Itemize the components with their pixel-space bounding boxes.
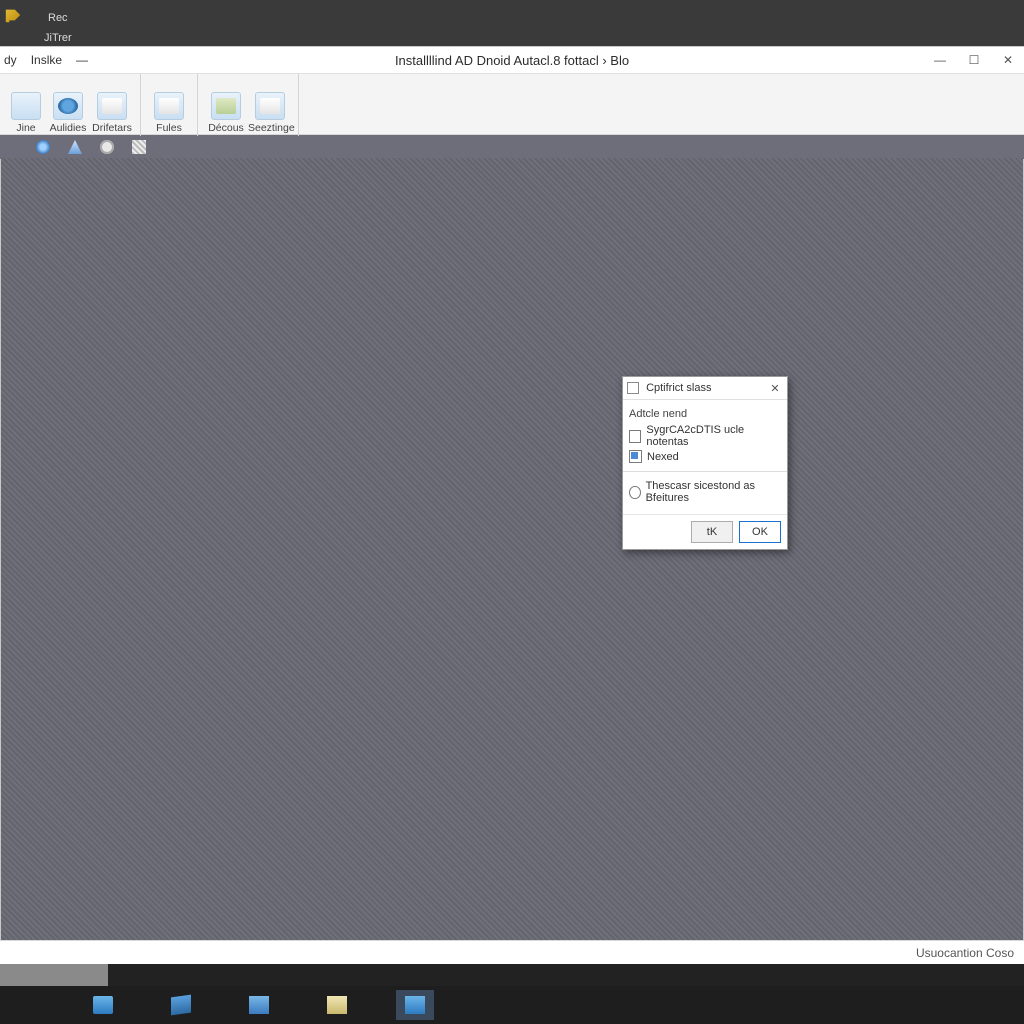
dialog-separator: [623, 471, 787, 472]
window-controls: — ☐ ✕: [928, 47, 1020, 73]
ribbon-group-3: Décous Seeztinge: [198, 74, 299, 136]
dialog-cancel-button[interactable]: tK: [691, 521, 733, 543]
taskbar-item-3[interactable]: [240, 990, 278, 1020]
os-top-label-2: JiTrer: [44, 32, 72, 44]
taskbar-item-active-app[interactable]: [396, 990, 434, 1020]
active-app-icon: [405, 996, 425, 1014]
status-bar: Usuocantion Coso: [0, 940, 1024, 965]
dialog-option-3-label: Thescasr sicestond as Bfeitures: [646, 480, 781, 504]
ribbon-label: Décous: [204, 122, 248, 134]
page-icon: [97, 92, 127, 120]
window-titlebar: dy Inslke — Installllind AD Dnoid Autacl…: [0, 47, 1024, 74]
dialog-option-2-label: Nexed: [647, 451, 679, 463]
ribbon-item-fules[interactable]: Fules: [147, 88, 191, 134]
ribbon-item-jine[interactable]: Jine: [6, 88, 46, 134]
window-minimize-button[interactable]: —: [928, 50, 952, 70]
options-dialog: Cptifrict slass ✕ Adtcle nend SygrCA2cDT…: [622, 376, 788, 550]
application-window: dy Inslke — Installllind AD Dnoid Autacl…: [0, 46, 1024, 965]
dialog-close-button[interactable]: ✕: [767, 382, 783, 395]
qa-icon-3[interactable]: [100, 140, 114, 154]
dialog-body: Adtcle nend SygrCA2cDTIS ucle notentas N…: [623, 400, 787, 514]
dialog-title-icon: [627, 382, 639, 394]
titlebar-menu: dy Inslke —: [0, 53, 88, 67]
ribbon-item-seeztinge[interactable]: Seeztinge: [248, 88, 292, 134]
checkbox-checked-icon[interactable]: [629, 450, 642, 463]
ribbon-label: Fules: [147, 122, 191, 134]
ribbon-toolbar: Jine Aulidies Drifetars Fules Décous: [0, 74, 1024, 135]
dialog-ok-button[interactable]: OK: [739, 521, 781, 543]
app-launcher-icon[interactable]: [4, 6, 22, 24]
globe-icon: [53, 92, 83, 120]
dialog-option-2[interactable]: Nexed: [629, 450, 781, 463]
sheet-icon: [211, 92, 241, 120]
dialog-section-label: Adtcle nend: [629, 408, 781, 420]
settings-icon: [255, 92, 285, 120]
menu-item-1[interactable]: dy: [4, 53, 17, 67]
ribbon-group-1: Jine Aulidies Drifetars: [0, 74, 141, 136]
qa-icon-2[interactable]: [68, 140, 82, 154]
dashboard-icon: [249, 996, 269, 1014]
status-right-label: Usuocantion Coso: [916, 946, 1014, 960]
document-icon: [11, 92, 41, 120]
taskbar-item-4[interactable]: [318, 990, 356, 1020]
ribbon-label: Jine: [6, 122, 46, 134]
workspace-area[interactable]: [1, 158, 1023, 941]
qa-icon-4[interactable]: [132, 140, 146, 154]
dialog-title-text: Cptifrict slass: [627, 382, 711, 394]
ribbon-item-decous[interactable]: Décous: [204, 88, 248, 134]
taskbar-item-explorer[interactable]: [84, 990, 122, 1020]
window-close-button[interactable]: ✕: [996, 50, 1020, 70]
window-title: Installllind AD Dnoid Autacl.8 fottacl ›…: [0, 53, 1024, 68]
dialog-option-1-label: SygrCA2cDTIS ucle notentas: [646, 424, 781, 448]
window-maximize-button[interactable]: ☐: [962, 50, 986, 70]
taskbar: [0, 986, 1024, 1024]
ribbon-item-aulidies[interactable]: Aulidies: [46, 88, 90, 134]
quick-access-row: [0, 135, 1024, 159]
taskbar-item-2[interactable]: [162, 990, 200, 1020]
os-top-label-1: Rec: [48, 12, 68, 24]
ribbon-item-drifetars[interactable]: Drifetars: [90, 88, 134, 134]
menu-item-2[interactable]: Inslke: [31, 53, 62, 67]
checkbox-icon[interactable]: [629, 430, 641, 443]
dialog-title-label: Cptifrict slass: [646, 382, 711, 394]
control-panel-icon: [327, 996, 347, 1014]
taskbar-preview-tile: [0, 964, 108, 986]
menu-min-glyph[interactable]: —: [76, 53, 88, 67]
qa-icon-1[interactable]: [36, 140, 50, 154]
ribbon-label: Aulidies: [46, 122, 90, 134]
ribbon-group-2: Fules: [141, 74, 198, 136]
table-icon: [154, 92, 184, 120]
ribbon-label: Seeztinge: [248, 122, 292, 134]
ribbon-label: Drifetars: [90, 122, 134, 134]
os-top-strip: Rec JiTrer: [0, 0, 1024, 46]
file-explorer-icon: [93, 996, 113, 1014]
dialog-option-3[interactable]: Thescasr sicestond as Bfeitures: [629, 480, 781, 504]
dialog-titlebar[interactable]: Cptifrict slass ✕: [623, 377, 787, 400]
dialog-option-1[interactable]: SygrCA2cDTIS ucle notentas: [629, 424, 781, 448]
server-manager-icon: [171, 995, 191, 1016]
radio-icon[interactable]: [629, 486, 641, 499]
dialog-button-row: tK OK: [623, 514, 787, 549]
